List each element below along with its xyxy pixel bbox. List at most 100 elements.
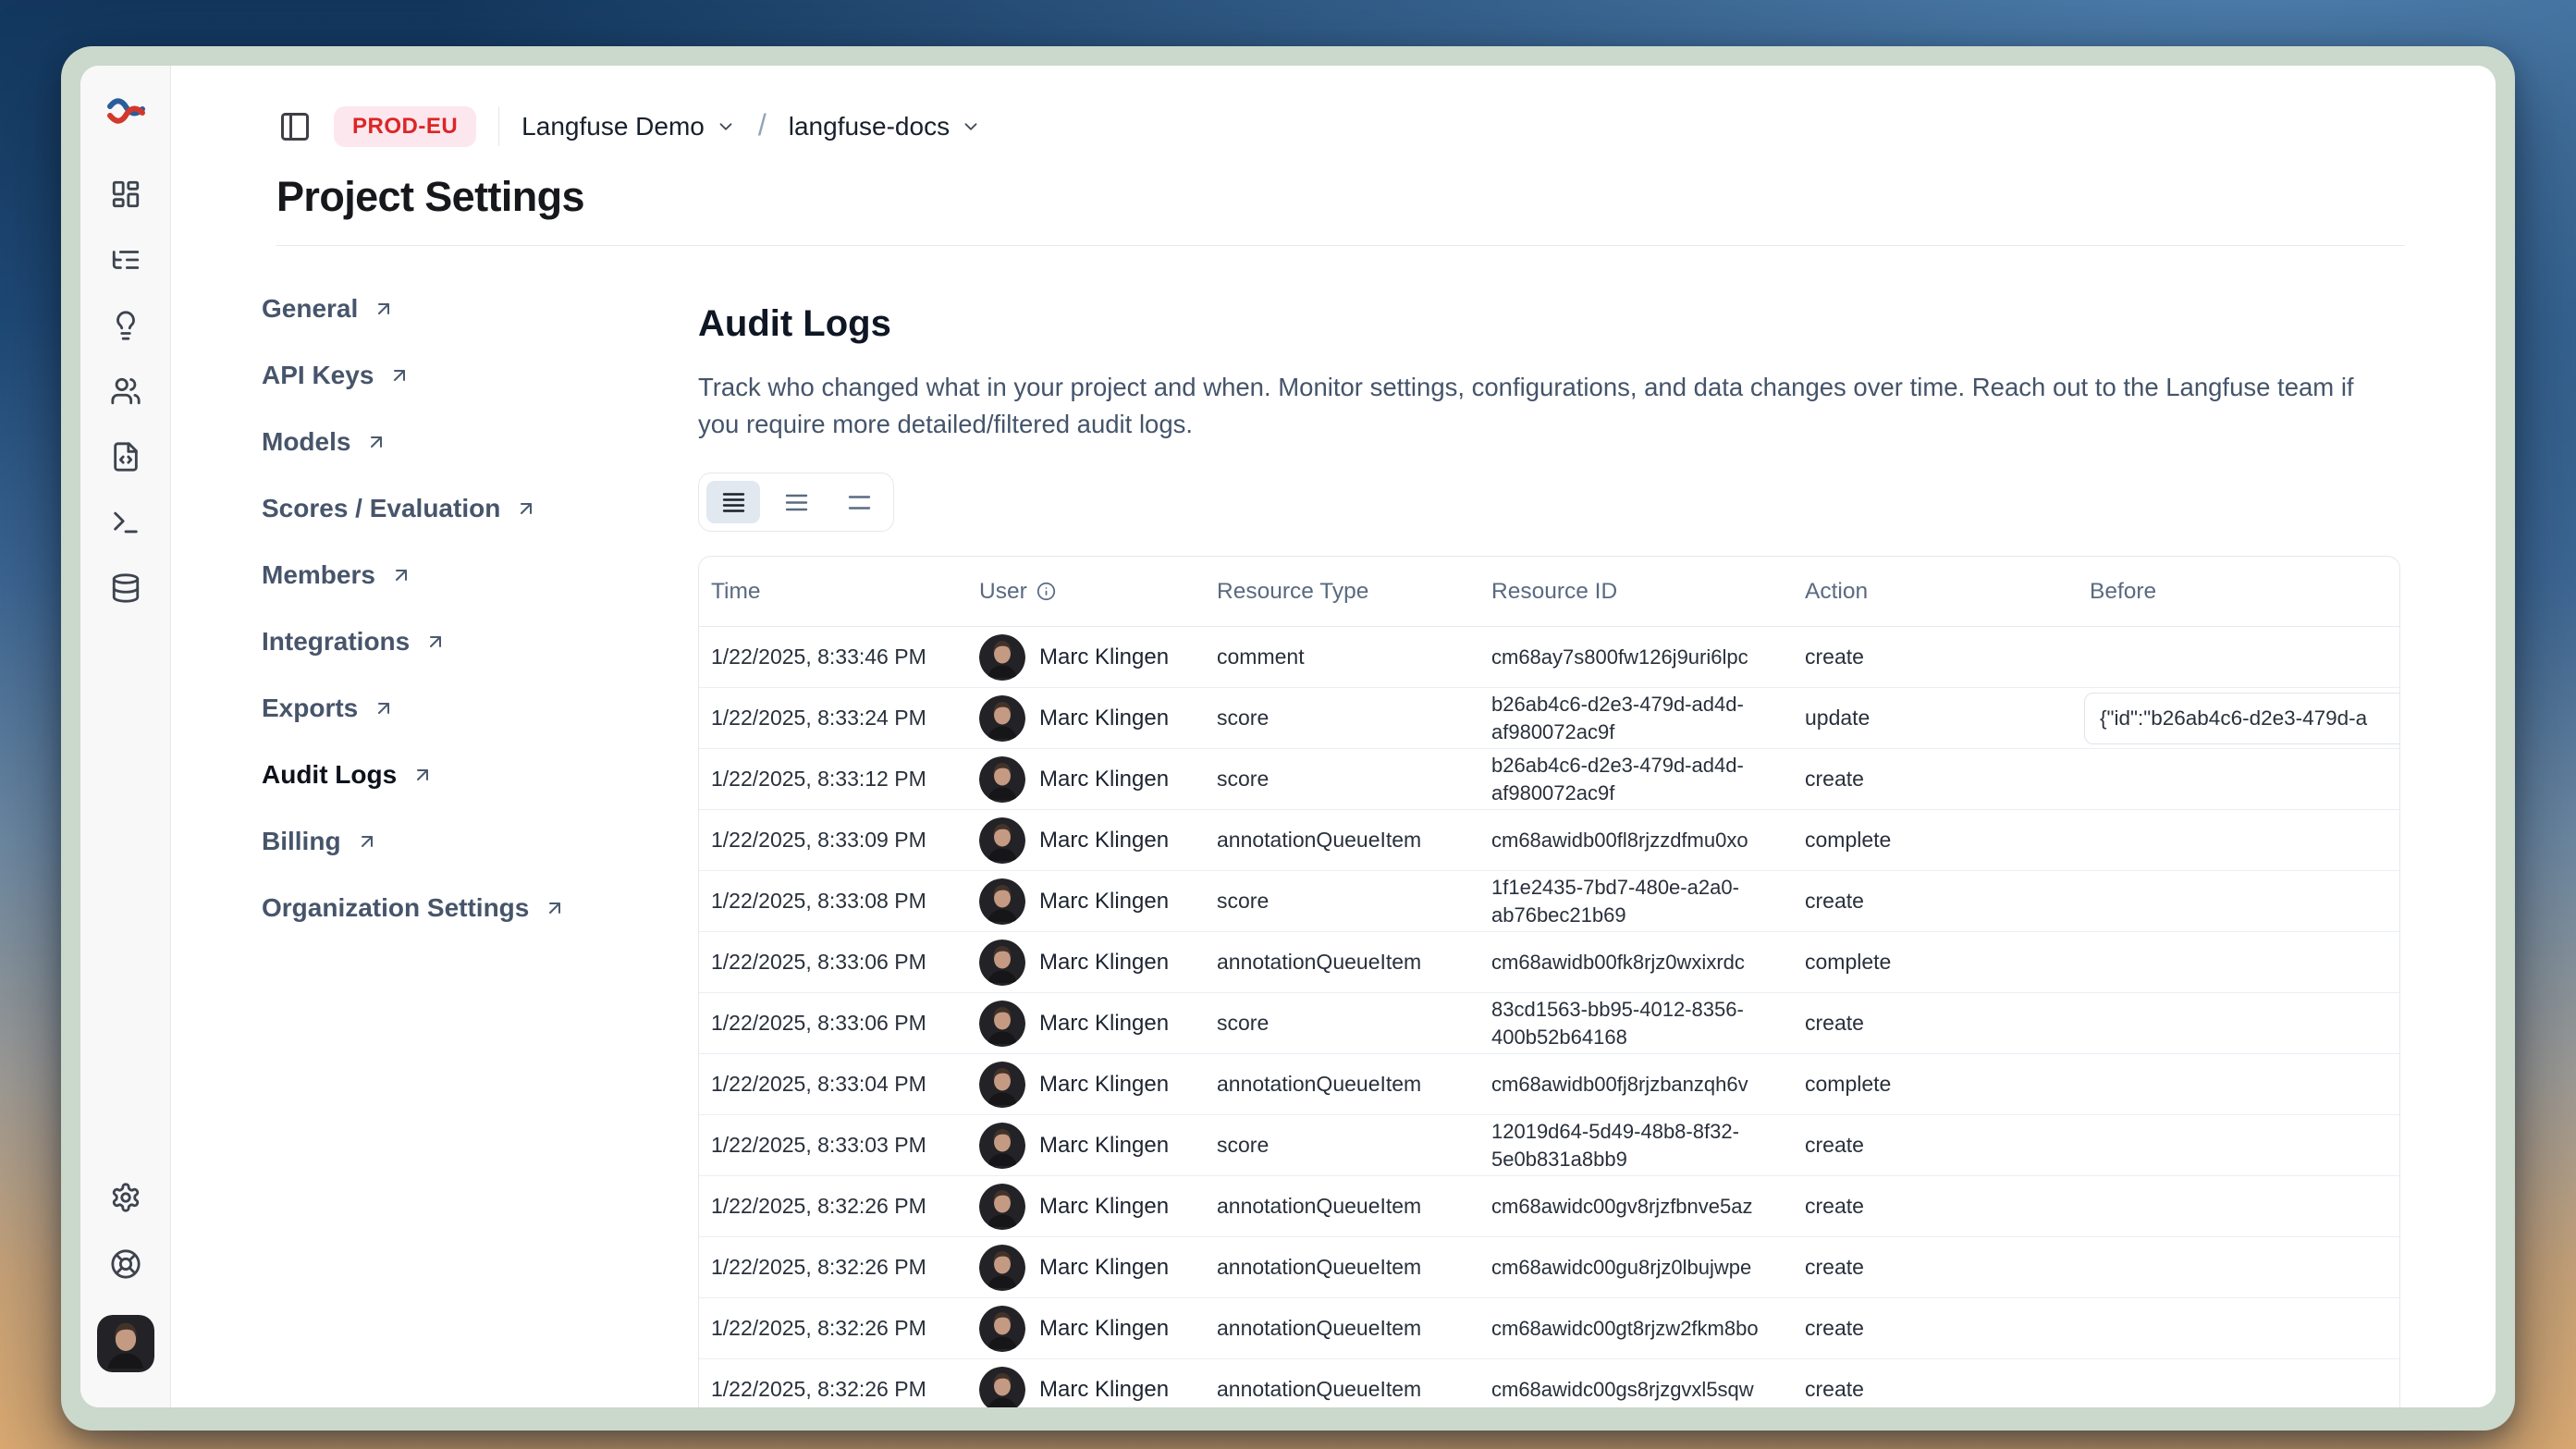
- settings-nav-item[interactable]: API Keys: [262, 355, 698, 396]
- cell-action: update: [1793, 706, 2078, 731]
- cell-time: 1/22/2025, 8:33:09 PM: [699, 828, 967, 853]
- cell-time: 1/22/2025, 8:33:06 PM: [699, 1011, 967, 1036]
- cell-action: create: [1793, 767, 2078, 792]
- cell-user: Marc Klingen: [967, 878, 1205, 925]
- table-row[interactable]: 1/22/2025, 8:33:06 PM Marc Klingen annot…: [699, 932, 2399, 993]
- audit-table-body: 1/22/2025, 8:33:46 PM Marc Klingen comme…: [699, 627, 2399, 1407]
- dashboard-icon[interactable]: [110, 178, 141, 210]
- breadcrumb-project-label: langfuse-docs: [789, 112, 950, 141]
- cell-time: 1/22/2025, 8:33:04 PM: [699, 1072, 967, 1097]
- cell-resource-id: 83cd1563-bb95-4012-8356-400b52b64168: [1479, 996, 1793, 1051]
- cell-resource-type: comment: [1205, 645, 1479, 669]
- settings-nav-item[interactable]: Audit Logs: [262, 755, 698, 795]
- table-row[interactable]: 1/22/2025, 8:33:08 PM Marc Klingen score…: [699, 871, 2399, 932]
- row-height-medium-button[interactable]: [769, 481, 823, 523]
- external-link-icon: [373, 298, 395, 320]
- column-header-before[interactable]: Before: [2078, 579, 2399, 605]
- row-height-tall-button[interactable]: [706, 481, 760, 523]
- row-height-short-button[interactable]: [832, 481, 886, 523]
- breadcrumb-org-label: Langfuse Demo: [521, 112, 705, 141]
- table-row[interactable]: 1/22/2025, 8:33:24 PM Marc Klingen score…: [699, 688, 2399, 749]
- users-icon[interactable]: [110, 375, 141, 407]
- cell-resource-type: annotationQueueItem: [1205, 1255, 1479, 1280]
- cell-resource-id: cm68awidc00gu8rjz0lbujwpe: [1479, 1254, 1793, 1282]
- settings-nav-item-label: Models: [262, 427, 350, 457]
- cell-resource-type: annotationQueueItem: [1205, 1194, 1479, 1219]
- table-row[interactable]: 1/22/2025, 8:32:26 PM Marc Klingen annot…: [699, 1176, 2399, 1237]
- cell-user: Marc Klingen: [967, 1062, 1205, 1108]
- settings-nav-item[interactable]: Organization Settings: [262, 888, 698, 928]
- table-row[interactable]: 1/22/2025, 8:33:06 PM Marc Klingen score…: [699, 993, 2399, 1054]
- prompts-lightbulb-icon[interactable]: [110, 310, 141, 341]
- support-lifebuoy-icon[interactable]: [110, 1248, 141, 1280]
- settings-nav-item[interactable]: General: [262, 289, 698, 329]
- settings-gear-icon[interactable]: [110, 1182, 141, 1213]
- user-avatar[interactable]: [97, 1315, 154, 1372]
- column-header-resource-id[interactable]: Resource ID: [1479, 579, 1793, 605]
- settings-nav-item[interactable]: Members: [262, 555, 698, 596]
- table-row[interactable]: 1/22/2025, 8:33:09 PM Marc Klingen annot…: [699, 810, 2399, 871]
- settings-nav-item[interactable]: Integrations: [262, 621, 698, 662]
- cell-before: {"id":"b26ab4c6-d2e3-479d-a: [2078, 688, 2400, 748]
- external-link-icon: [515, 497, 537, 520]
- settings-nav-item[interactable]: Exports: [262, 688, 698, 729]
- breadcrumb-project[interactable]: langfuse-docs: [789, 112, 981, 141]
- settings-nav-item[interactable]: Scores / Evaluation: [262, 488, 698, 529]
- datasets-file-code-icon[interactable]: [110, 441, 141, 473]
- column-header-time[interactable]: Time: [699, 579, 967, 605]
- cell-before: [2078, 871, 2399, 931]
- cell-user: Marc Klingen: [967, 939, 1205, 986]
- settings-nav-item-label: Organization Settings: [262, 893, 529, 923]
- rows-tall-icon: [721, 490, 746, 515]
- settings-nav-item-label: General: [262, 294, 358, 324]
- column-header-action[interactable]: Action: [1793, 579, 2078, 605]
- settings-nav-item-label: API Keys: [262, 361, 374, 390]
- external-link-icon: [390, 564, 412, 586]
- external-link-icon: [424, 631, 447, 653]
- cell-resource-type: annotationQueueItem: [1205, 950, 1479, 975]
- cell-action: create: [1793, 889, 2078, 914]
- playground-terminal-icon[interactable]: [110, 507, 141, 538]
- user-avatar: [979, 1245, 1025, 1291]
- cell-resource-type: annotationQueueItem: [1205, 1377, 1479, 1402]
- table-row[interactable]: 1/22/2025, 8:33:46 PM Marc Klingen comme…: [699, 627, 2399, 688]
- settings-nav-item-label: Billing: [262, 827, 341, 856]
- cell-before: [2078, 993, 2399, 1053]
- table-row[interactable]: 1/22/2025, 8:32:26 PM Marc Klingen annot…: [699, 1359, 2399, 1407]
- external-link-icon: [544, 897, 566, 919]
- table-row[interactable]: 1/22/2025, 8:32:26 PM Marc Klingen annot…: [699, 1237, 2399, 1298]
- user-avatar: [979, 1062, 1025, 1108]
- cell-time: 1/22/2025, 8:32:26 PM: [699, 1255, 967, 1280]
- column-header-resource-type[interactable]: Resource Type: [1205, 579, 1479, 605]
- external-link-icon: [365, 431, 387, 453]
- table-row[interactable]: 1/22/2025, 8:33:04 PM Marc Klingen annot…: [699, 1054, 2399, 1115]
- table-row[interactable]: 1/22/2025, 8:33:03 PM Marc Klingen score…: [699, 1115, 2399, 1176]
- audit-logs-description: Track who changed what in your project a…: [698, 369, 2367, 443]
- table-row[interactable]: 1/22/2025, 8:32:26 PM Marc Klingen annot…: [699, 1298, 2399, 1359]
- sidebar-toggle-icon[interactable]: [278, 110, 312, 143]
- database-icon[interactable]: [110, 572, 141, 604]
- user-name: Marc Klingen: [1039, 1011, 1169, 1037]
- settings-nav-item-label: Audit Logs: [262, 760, 397, 790]
- user-name: Marc Klingen: [1039, 1072, 1169, 1098]
- settings-nav-item[interactable]: Models: [262, 422, 698, 462]
- info-icon: [1037, 582, 1056, 601]
- cell-resource-id: cm68awidc00gt8rjzw2fkm8bo: [1479, 1315, 1793, 1343]
- breadcrumb-org[interactable]: Langfuse Demo: [521, 112, 736, 141]
- tracing-icon[interactable]: [110, 244, 141, 276]
- chevron-down-icon: [716, 117, 736, 137]
- table-row[interactable]: 1/22/2025, 8:33:12 PM Marc Klingen score…: [699, 749, 2399, 810]
- cell-action: create: [1793, 1316, 2078, 1341]
- audit-logs-title: Audit Logs: [698, 303, 2405, 345]
- cell-action: create: [1793, 1011, 2078, 1036]
- cell-time: 1/22/2025, 8:32:26 PM: [699, 1194, 967, 1219]
- cell-user: Marc Klingen: [967, 817, 1205, 864]
- column-header-user[interactable]: User: [967, 579, 1205, 605]
- cell-resource-id: cm68awidb00fk8rjz0wxixrdc: [1479, 949, 1793, 976]
- rail-icon-nav: [110, 178, 141, 604]
- settings-nav-item[interactable]: Billing: [262, 821, 698, 862]
- table-header-row: Time User Resource Type Resource ID Acti…: [699, 557, 2399, 627]
- environment-badge[interactable]: PROD-EU: [334, 106, 476, 147]
- cell-resource-id: cm68awidb00fj8rjzbanzqh6v: [1479, 1071, 1793, 1099]
- before-json[interactable]: {"id":"b26ab4c6-d2e3-479d-a: [2084, 693, 2400, 744]
